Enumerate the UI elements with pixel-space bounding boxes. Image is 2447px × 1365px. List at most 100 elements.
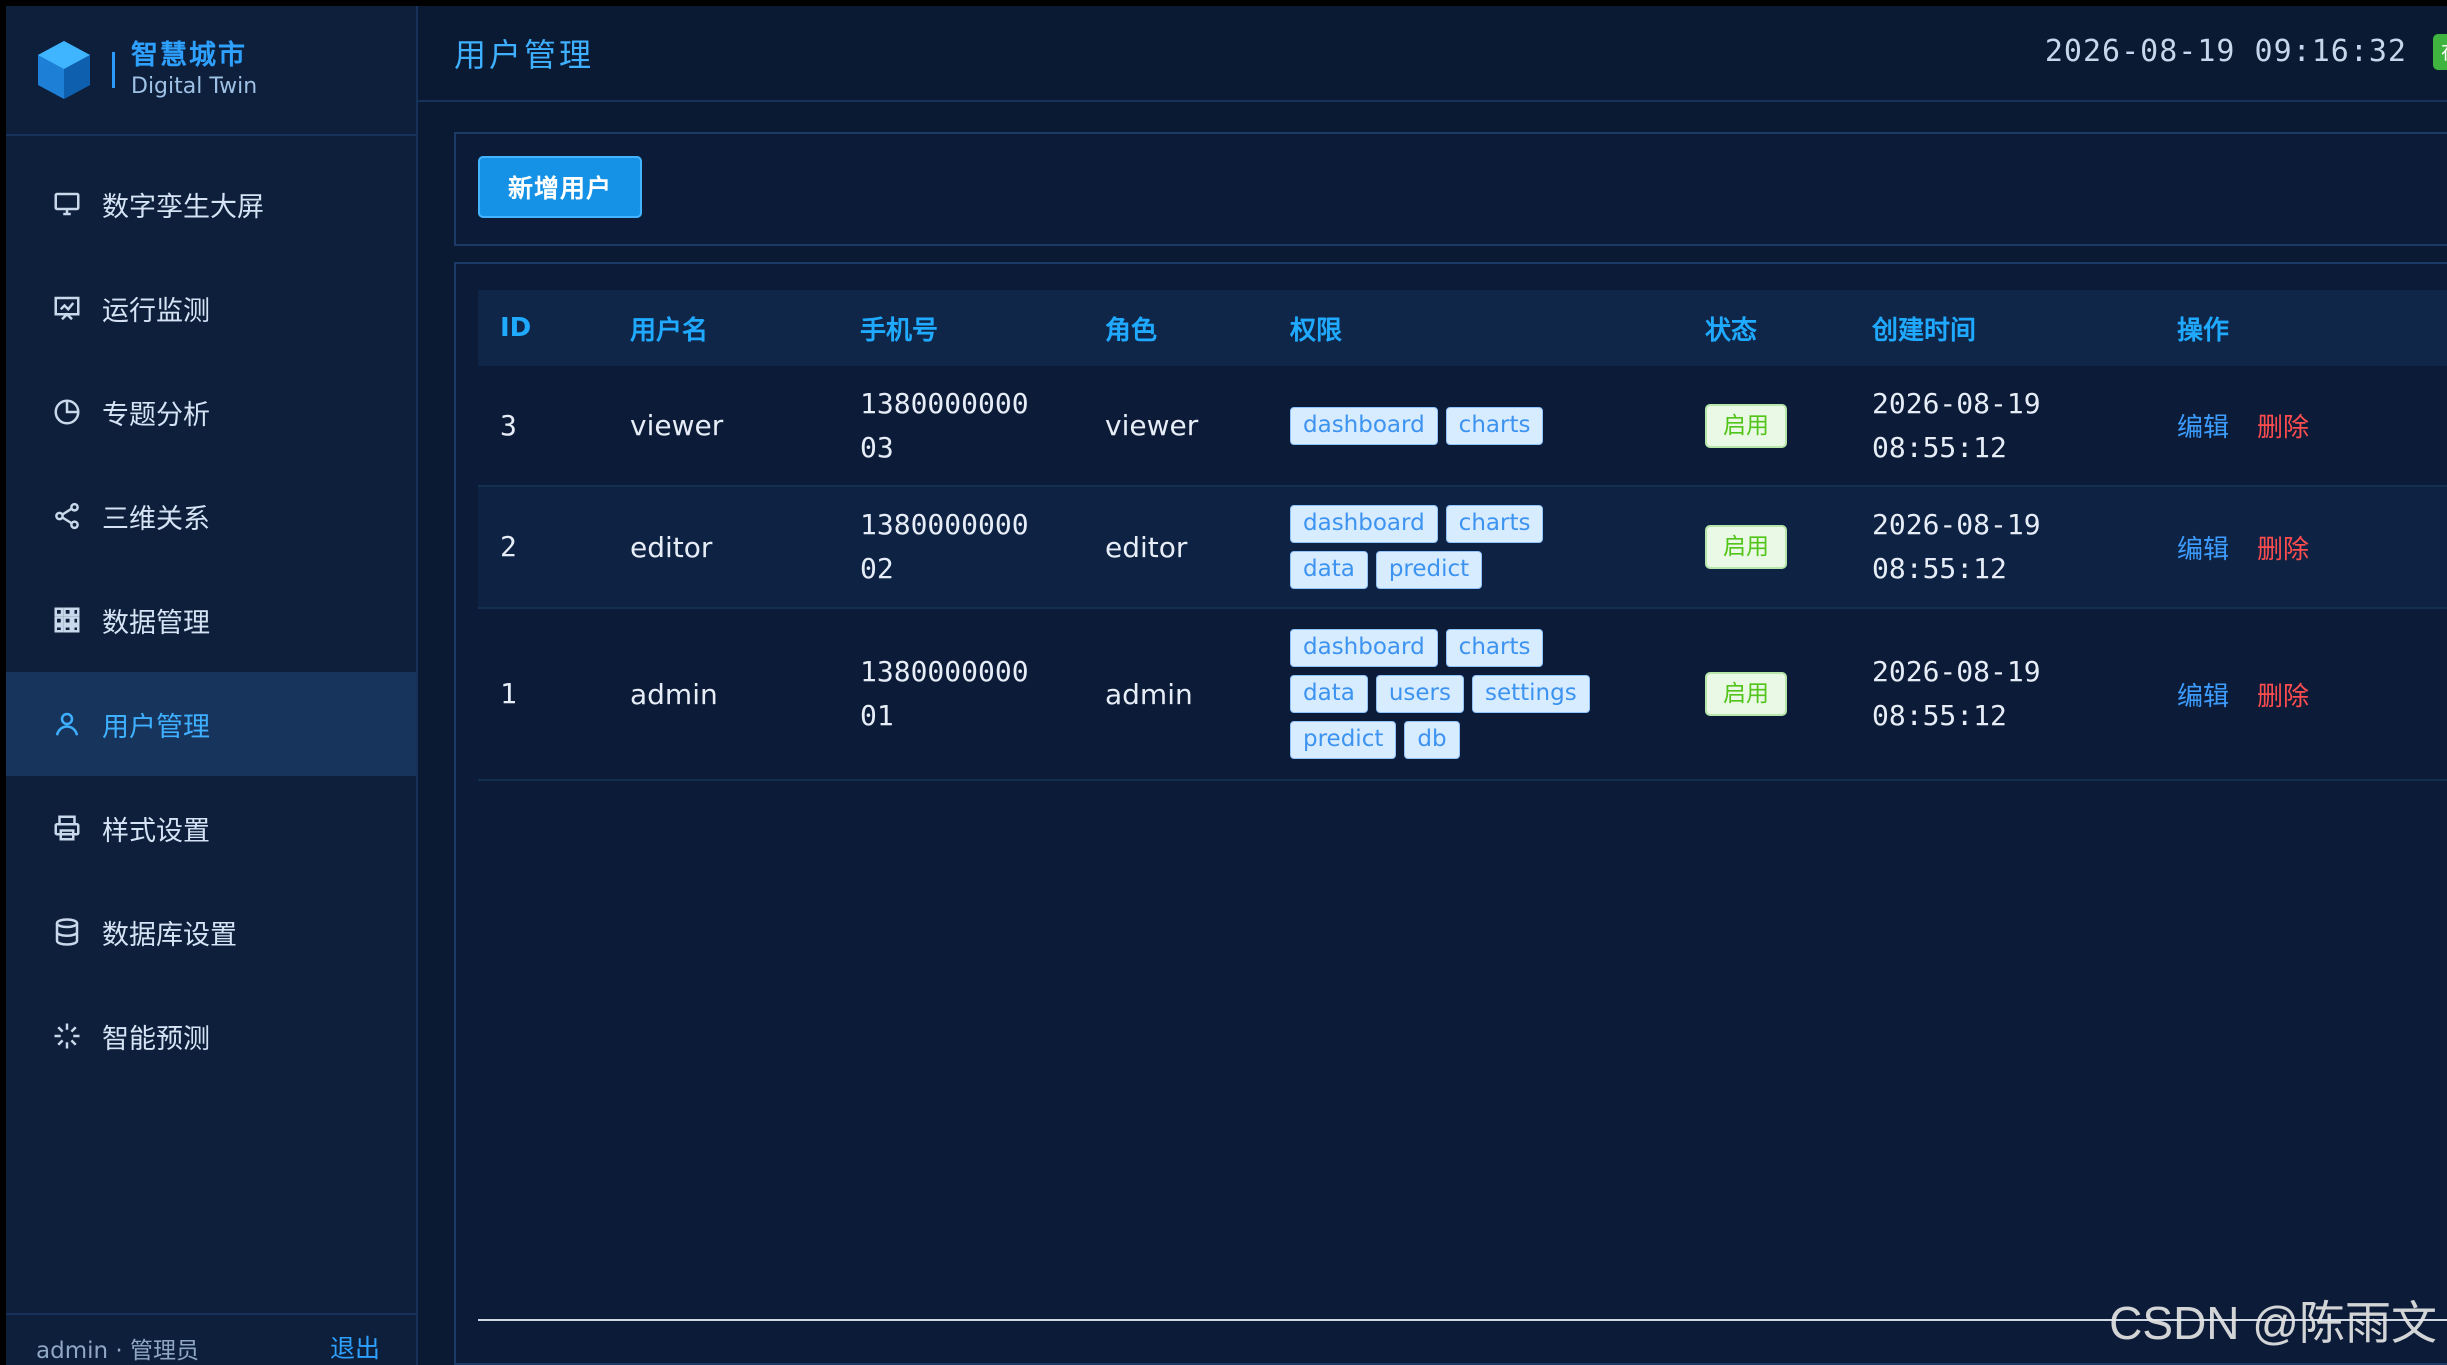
page-title: 用户管理 — [454, 36, 595, 74]
users-table: ID 用户名 手机号 角色 权限 状态 创建时间 操作 3 viewer 138… — [478, 290, 2447, 781]
cell-username: viewer — [630, 409, 724, 442]
edit-link[interactable]: 编辑 — [2177, 413, 2229, 443]
sidebar-item-predict[interactable]: 智能预测 — [6, 984, 416, 1088]
sidebar-item-relations[interactable]: 三维关系 — [6, 464, 416, 568]
column-header-id[interactable]: ID — [478, 290, 608, 366]
permission-tag: users — [1375, 675, 1464, 713]
cell-status: 启用 — [1683, 486, 1850, 608]
sidebar-item-label: 运行监测 — [102, 295, 210, 327]
sidebar-item-label: 样式设置 — [102, 815, 210, 847]
top-header: 用户管理 2026-08-19 09:16:32 在 — [418, 6, 2447, 102]
brand-subtitle: Digital Twin — [131, 74, 258, 99]
cell-phone: 1380000000 03 — [838, 366, 1083, 486]
cell-created: 2026-08-19 08:55:12 — [1850, 366, 2155, 486]
table-header-row: ID 用户名 手机号 角色 权限 状态 创建时间 操作 — [478, 290, 2447, 366]
cell-role: editor — [1105, 530, 1188, 564]
table-row[interactable]: 1 admin 1380000000 01 admin dashboard cha… — [478, 608, 2447, 780]
status-badge: 启用 — [1705, 672, 1787, 716]
permission-tag: charts — [1445, 505, 1544, 543]
brand-divider — [112, 52, 115, 88]
table-row[interactable]: 2 editor 1380000000 02 editor dashboard c… — [478, 486, 2447, 608]
cell-permissions: dashboard charts data predict — [1268, 486, 1683, 608]
column-header-role[interactable]: 角色 — [1083, 290, 1268, 366]
brand-title: 智慧城市 — [131, 40, 247, 71]
sidebar-item-database[interactable]: 数据库设置 — [6, 880, 416, 984]
phone-line: 1380000000 — [860, 508, 1029, 541]
permission-tag: data — [1290, 551, 1368, 589]
sidebar-item-twin-screen[interactable]: 数字孪生大屏 — [6, 152, 416, 256]
grid-icon — [50, 603, 84, 637]
status-badge: 启用 — [1705, 525, 1787, 569]
toolbar-card: 新增用户 — [454, 132, 2447, 246]
cell-username: editor — [630, 530, 713, 564]
phone-line: 02 — [860, 552, 894, 585]
column-header-status[interactable]: 状态 — [1683, 290, 1850, 366]
column-header-actions: 操作 — [2177, 315, 2230, 346]
cell-username: admin — [630, 677, 718, 711]
status-badge: 启用 — [1705, 403, 1787, 448]
app-window: 智慧城市 Digital Twin 数字孪生大屏 运行监测 专题分析 三维关系 — [6, 6, 2447, 1365]
permission-tag: db — [1404, 721, 1460, 759]
cell-id: 3 — [500, 408, 517, 442]
phone-line: 1380000000 — [860, 386, 1029, 420]
watermark-text: CSDN @陈雨文 — [2109, 1297, 2437, 1349]
cell-permissions: dashboard charts data users settings pre… — [1268, 608, 1683, 780]
sidebar-item-monitoring[interactable]: 运行监测 — [6, 256, 416, 360]
delete-link[interactable]: 删除 — [2257, 682, 2309, 712]
printer-icon — [50, 811, 84, 845]
cell-actions: 编辑 删除 — [2155, 608, 2447, 780]
column-header-created[interactable]: 创建时间 — [1850, 290, 2155, 366]
cell-phone: 1380000000 02 — [838, 486, 1083, 608]
sidebar-item-label: 数据管理 — [102, 607, 210, 639]
sidebar-item-users[interactable]: 用户管理 — [6, 672, 416, 776]
sidebar-item-label: 专题分析 — [102, 399, 210, 431]
sidebar-item-label: 用户管理 — [102, 711, 210, 743]
sidebar-item-data[interactable]: 数据管理 — [6, 568, 416, 672]
cell-status: 启用 — [1683, 366, 1850, 486]
sidebar-item-label: 三维关系 — [102, 503, 210, 535]
permission-tag: dashboard — [1290, 406, 1438, 445]
cell-id: 2 — [500, 530, 517, 563]
permission-tag: charts — [1445, 406, 1544, 445]
sidebar-item-style[interactable]: 样式设置 — [6, 776, 416, 880]
sidebar-item-analysis[interactable]: 专题分析 — [6, 360, 416, 464]
logout-link[interactable]: 退出 — [330, 1329, 380, 1365]
share-nodes-icon — [50, 499, 84, 533]
column-header-phone[interactable]: 手机号 — [838, 290, 1083, 366]
permission-tag: dashboard — [1290, 505, 1438, 543]
cube-logo-icon — [38, 41, 90, 99]
sidebar: 智慧城市 Digital Twin 数字孪生大屏 运行监测 专题分析 三维关系 — [6, 6, 418, 1365]
permission-tag: dashboard — [1290, 629, 1438, 667]
sidebar-item-label: 数据库设置 — [102, 919, 237, 951]
cell-role: viewer — [1105, 409, 1199, 442]
cell-phone: 1380000000 01 — [838, 608, 1083, 780]
table-row[interactable]: 3 viewer 1380000000 03 viewer dashboard c… — [478, 366, 2447, 486]
pie-chart-icon — [50, 395, 84, 429]
edit-link[interactable]: 编辑 — [2177, 682, 2229, 712]
cell-created: 2026-08-19 08:55:12 — [1850, 608, 2155, 780]
delete-link[interactable]: 删除 — [2257, 535, 2309, 565]
add-user-button[interactable]: 新增用户 — [478, 156, 642, 218]
cell-id: 1 — [500, 677, 517, 710]
permission-tag: predict — [1375, 551, 1483, 589]
sidebar-nav: 数字孪生大屏 运行监测 专题分析 三维关系 数据管理 用户管理 样式设置 数据库… — [6, 152, 416, 1088]
created-date: 2026-08-19 — [1872, 386, 2041, 420]
permission-tag: data — [1290, 675, 1368, 713]
edit-link[interactable]: 编辑 — [2177, 535, 2229, 565]
brand-text: 智慧城市 Digital Twin — [131, 39, 257, 101]
chart-board-icon — [50, 291, 84, 325]
brand: 智慧城市 Digital Twin — [6, 6, 416, 136]
current-user: admin · 管理员 — [36, 1338, 199, 1364]
permission-tag: settings — [1471, 675, 1590, 713]
phone-line: 01 — [860, 699, 894, 732]
online-badge: 在 — [2433, 34, 2447, 70]
cell-status: 启用 — [1683, 608, 1850, 780]
cell-permissions: dashboard charts — [1268, 366, 1683, 486]
sidebar-item-label: 智能预测 — [102, 1023, 210, 1055]
phone-line: 03 — [860, 430, 894, 464]
sidebar-footer: admin · 管理员 退出 — [6, 1313, 416, 1365]
column-header-username[interactable]: 用户名 — [608, 290, 838, 366]
column-header-permissions[interactable]: 权限 — [1268, 290, 1683, 366]
database-icon — [50, 915, 84, 949]
delete-link[interactable]: 删除 — [2257, 413, 2309, 443]
